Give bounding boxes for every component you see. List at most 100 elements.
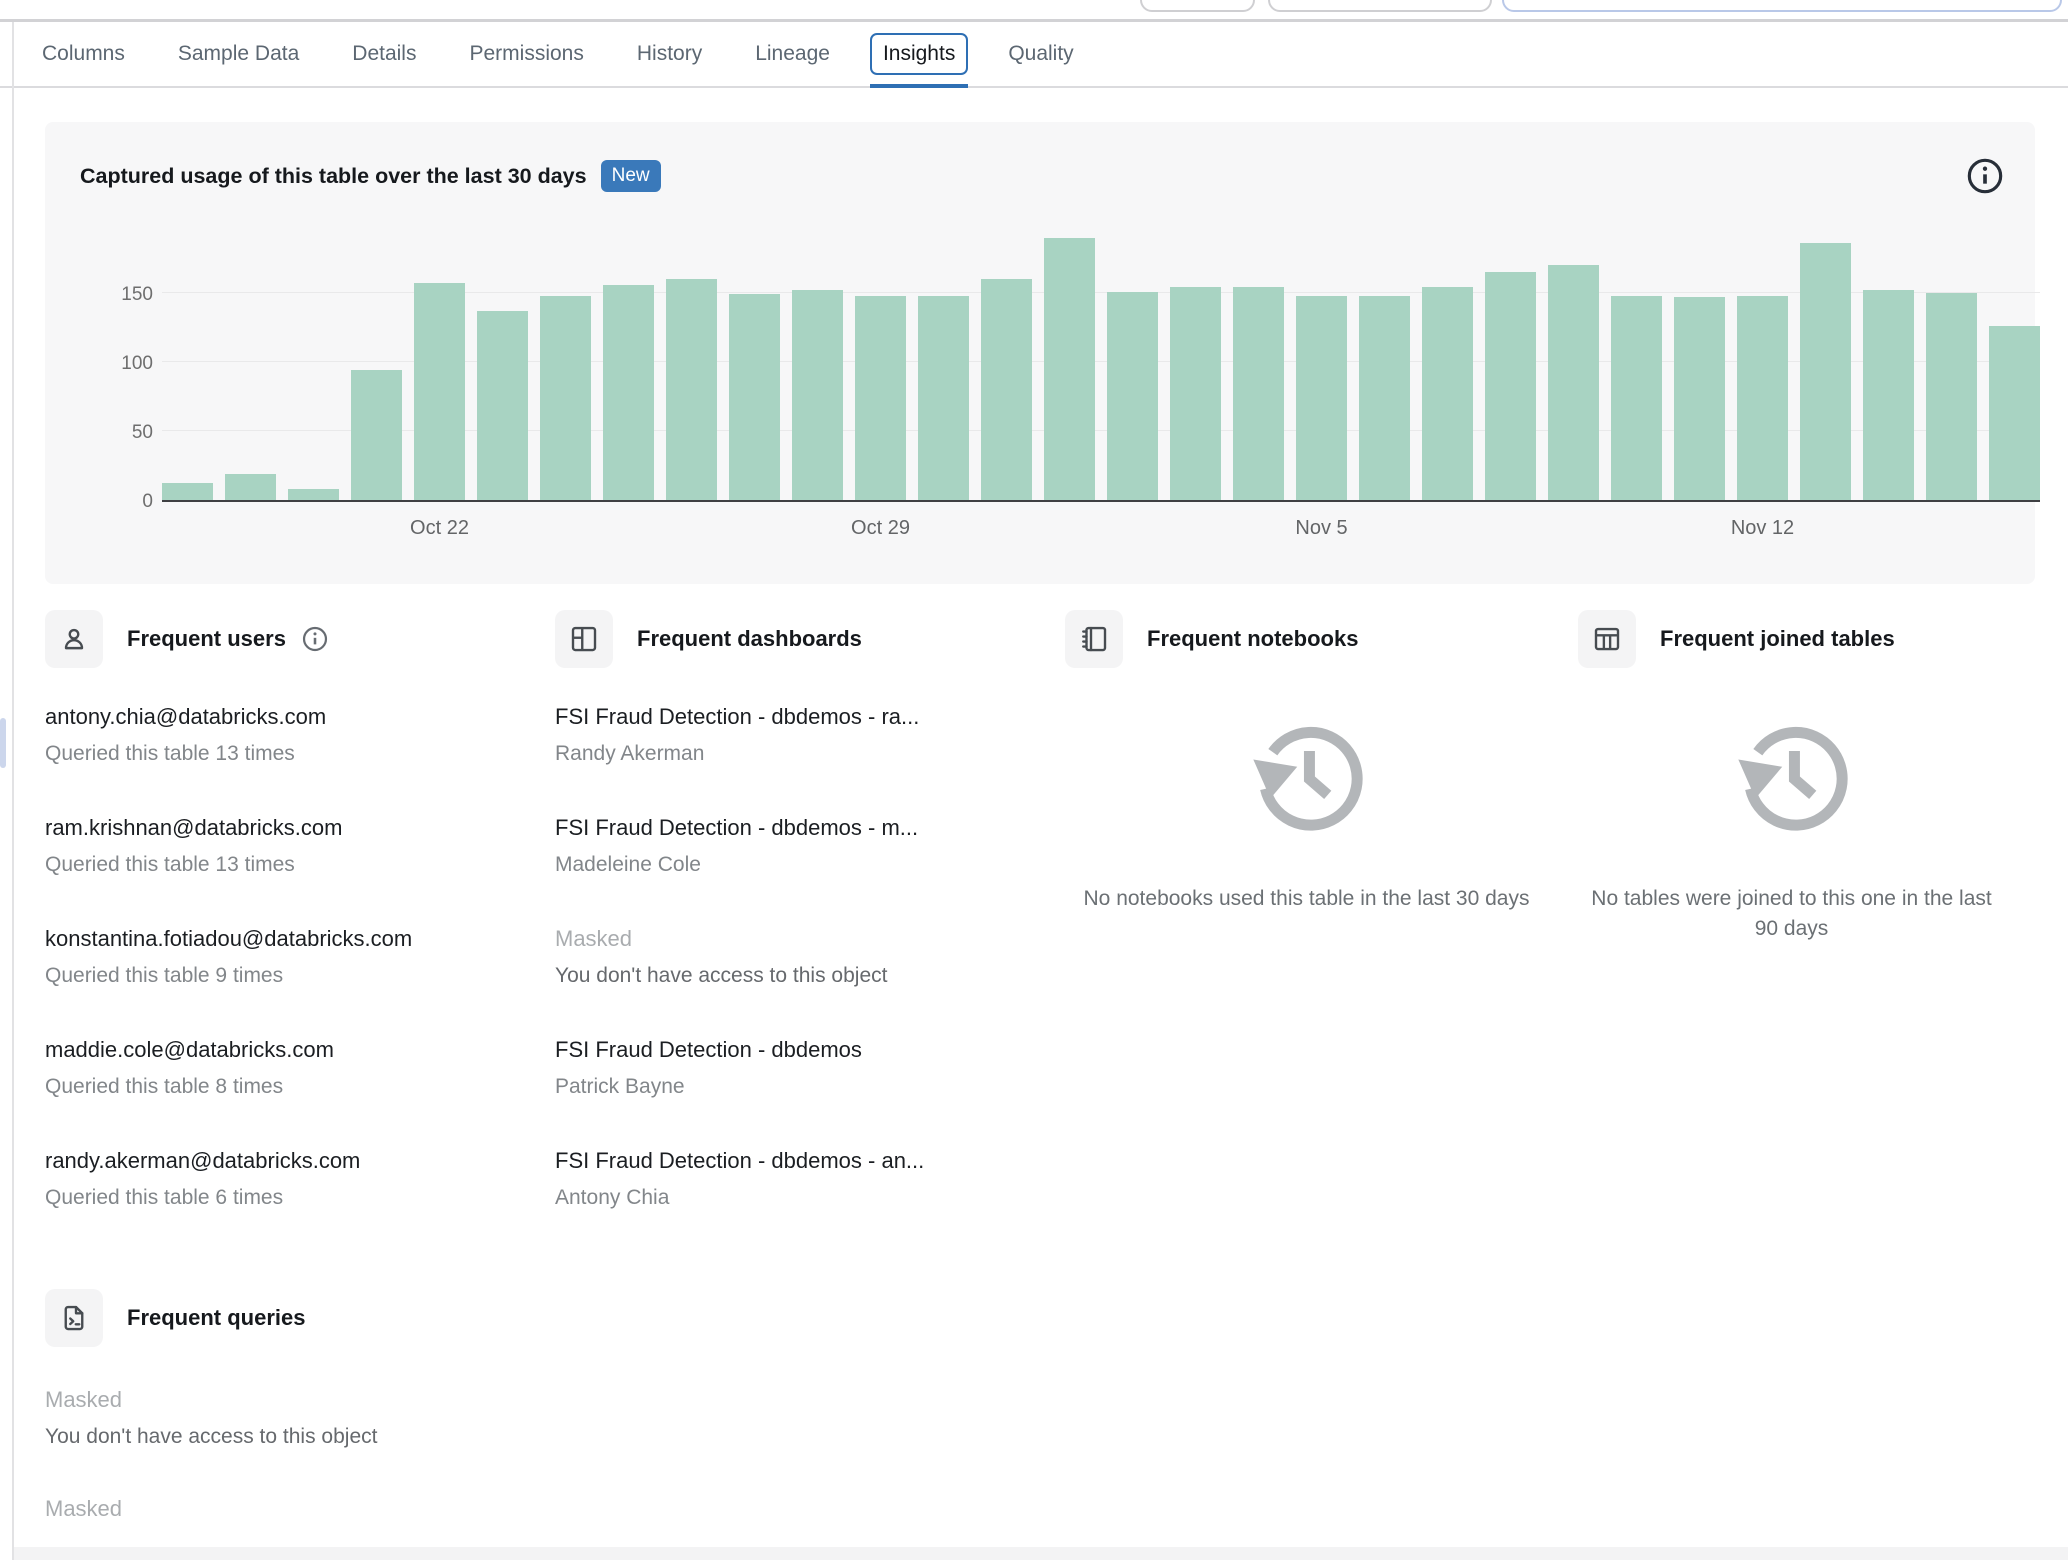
tab-history[interactable]: History — [624, 22, 715, 86]
dashboard-row-primary: Masked — [555, 926, 633, 951]
usage-bar[interactable] — [1170, 287, 1221, 500]
usage-bar[interactable] — [1359, 295, 1410, 500]
usage-chart: 0 50 100 150 Oct 22 Oct 29 Nov 5 Nov 12 — [80, 222, 2040, 548]
user-row: randy.akerman@databricks.com Queried this… — [45, 1148, 515, 1210]
user-row-secondary: Queried this table 13 times — [45, 853, 295, 876]
tab-sample-data[interactable]: Sample Data — [165, 22, 312, 86]
usage-bar[interactable] — [1611, 295, 1662, 500]
usage-bar[interactable] — [1989, 326, 2040, 500]
frequent-users-title: Frequent users — [127, 626, 286, 651]
user-row-primary[interactable]: maddie.cole@databricks.com — [45, 1037, 515, 1063]
user-row-secondary: Queried this table 8 times — [45, 1075, 284, 1098]
usage-bar[interactable] — [603, 284, 654, 500]
user-row-primary[interactable]: ram.krishnan@databricks.com — [45, 815, 515, 841]
usage-bar[interactable] — [981, 279, 1032, 500]
tab-label: Lineage — [755, 42, 830, 65]
usage-bar[interactable] — [540, 295, 591, 500]
usage-panel-header: Captured usage of this table over the la… — [80, 156, 2005, 196]
y-axis-label: 150 — [121, 284, 153, 305]
usage-bar[interactable] — [729, 294, 780, 500]
usage-bar[interactable] — [477, 310, 528, 500]
chart-y-axis: 0 50 100 150 — [80, 222, 153, 512]
x-axis-label: Oct 29 — [851, 517, 910, 539]
usage-bar[interactable] — [1233, 287, 1284, 500]
query-row-secondary: You don't have access to this object — [45, 1425, 378, 1448]
frequent-users-list: antony.chia@databricks.com Queried this t… — [45, 704, 555, 1210]
dashboard-row: FSI Fraud Detection - dbdemos - ra... Ran… — [555, 704, 1025, 766]
user-row: ram.krishnan@databricks.com Queried this … — [45, 815, 515, 877]
notebooks-empty-state: No notebooks used this table in the last… — [1065, 668, 1578, 914]
insights-page: Columns Sample Data Details Permissions Hist… — [0, 0, 2068, 1560]
frequent-joined-tables-section: Frequent joined tables No tables were jo… — [1578, 610, 2035, 1259]
dashboard-row-primary[interactable]: FSI Fraud Detection - dbdemos - ra... — [555, 704, 1025, 730]
usage-bar[interactable] — [1422, 287, 1473, 500]
user-row-primary[interactable]: konstantina.fotiadou@databricks.com — [45, 926, 515, 952]
usage-bar[interactable] — [225, 473, 276, 500]
usage-bar[interactable] — [288, 488, 339, 500]
usage-bar[interactable] — [1926, 293, 1977, 500]
usage-bar[interactable] — [1548, 265, 1599, 500]
tab-columns[interactable]: Columns — [29, 22, 138, 86]
tab-permissions[interactable]: Permissions — [456, 22, 596, 86]
usage-bar[interactable] — [1863, 290, 1914, 500]
usage-bar[interactable] — [1737, 295, 1788, 500]
user-row-secondary: Queried this table 9 times — [45, 964, 284, 987]
query-row-primary: Masked — [45, 1496, 123, 1521]
tab-lineage[interactable]: Lineage — [742, 22, 843, 86]
user-row-primary[interactable]: antony.chia@databricks.com — [45, 704, 515, 730]
tab-insights[interactable]: Insights — [869, 22, 969, 88]
tab-quality[interactable]: Quality — [995, 22, 1086, 86]
tab-label: Quality — [1008, 42, 1074, 65]
frequent-queries-section: Frequent queries Masked You don't have ac… — [45, 1289, 2068, 1522]
usage-bar[interactable] — [162, 483, 213, 500]
history-icon — [1731, 718, 1853, 840]
table-icon — [1578, 610, 1636, 668]
usage-bar[interactable] — [918, 295, 969, 500]
dashboard-icon — [555, 610, 613, 668]
tab-label: History — [636, 42, 703, 65]
cutoff-button-2[interactable] — [1268, 0, 1492, 12]
tab-label: Permissions — [469, 42, 584, 65]
usage-bar[interactable] — [792, 290, 843, 500]
y-axis-label: 100 — [121, 353, 153, 374]
usage-bar[interactable] — [1674, 297, 1725, 500]
user-row-secondary: Queried this table 13 times — [45, 742, 295, 765]
usage-bar[interactable] — [1044, 237, 1095, 500]
dashboard-row-primary[interactable]: FSI Fraud Detection - dbdemos — [555, 1037, 1025, 1063]
frequent-notebooks-section: Frequent notebooks No notebooks used thi… — [1065, 610, 1578, 1259]
usage-bar[interactable] — [1485, 272, 1536, 500]
user-row: maddie.cole@databricks.com Queried this t… — [45, 1037, 515, 1099]
usage-bar[interactable] — [1296, 295, 1347, 500]
tab-label: Insights — [869, 33, 969, 75]
joined-tables-empty-state: No tables were joined to this one in the… — [1578, 668, 2035, 945]
new-badge: New — [600, 160, 661, 192]
notebook-icon — [1065, 610, 1123, 668]
cutoff-button-1[interactable] — [1140, 0, 1255, 12]
left-scrollbar-thumb[interactable] — [0, 718, 6, 768]
dashboard-row: Masked You don't have access to this obje… — [555, 926, 1025, 988]
dashboard-row-secondary: Patrick Bayne — [555, 1075, 685, 1098]
usage-bar[interactable] — [351, 370, 402, 500]
tab-details[interactable]: Details — [339, 22, 429, 86]
dashboard-row-primary[interactable]: FSI Fraud Detection - dbdemos - m... — [555, 815, 1025, 841]
usage-bar[interactable] — [855, 295, 906, 500]
x-axis-label: Oct 22 — [410, 517, 469, 539]
info-icon[interactable] — [1965, 156, 2005, 196]
usage-bar[interactable] — [1800, 243, 1851, 500]
dashboard-row: FSI Fraud Detection - dbdemos - m... Made… — [555, 815, 1025, 877]
cutoff-search-box[interactable] — [1502, 0, 2062, 12]
history-icon — [1246, 718, 1368, 840]
frequent-users-section: Frequent users antony.chia@databricks.co… — [45, 610, 555, 1259]
usage-bar[interactable] — [1107, 291, 1158, 500]
y-axis-label: 50 — [131, 422, 153, 443]
query-file-icon — [45, 1289, 103, 1347]
joined-tables-empty-text: No tables were joined to this one in the… — [1591, 887, 1992, 941]
user-row: antony.chia@databricks.com Queried this t… — [45, 704, 515, 766]
usage-panel: Captured usage of this table over the la… — [45, 122, 2040, 584]
info-icon[interactable] — [301, 625, 329, 653]
user-row-primary[interactable]: randy.akerman@databricks.com — [45, 1148, 515, 1174]
usage-bar[interactable] — [414, 283, 465, 500]
usage-bar[interactable] — [666, 279, 717, 500]
insight-sections: Frequent users antony.chia@databricks.co… — [45, 610, 2035, 1259]
dashboard-row-primary[interactable]: FSI Fraud Detection - dbdemos - an... — [555, 1148, 1025, 1174]
